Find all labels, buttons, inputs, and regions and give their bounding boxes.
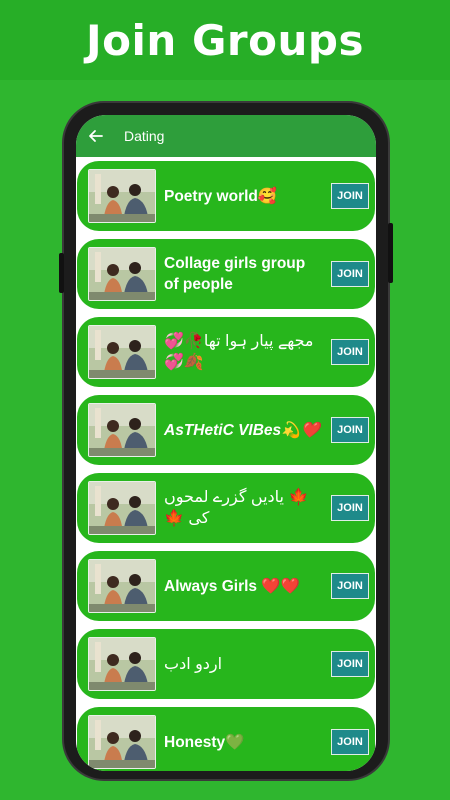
join-button[interactable]: JOIN — [331, 651, 369, 677]
phone-side-button — [59, 253, 64, 293]
group-card[interactable]: Poetry world🥰 JOIN — [77, 161, 375, 231]
group-thumbnail — [88, 481, 156, 535]
phone-frame: Dating Poetry world🥰 JOIN Collage girls … — [59, 101, 393, 781]
group-name: 🍁 یادیں گزرے لمحوں کی 🍁 — [164, 489, 309, 527]
join-button[interactable]: JOIN — [331, 417, 369, 443]
group-card[interactable]: Collage girls group of people JOIN — [77, 239, 375, 309]
group-name: مجھے پیار ہوا تھا🥀💞🍂💞 — [164, 333, 314, 371]
group-thumbnail — [88, 715, 156, 769]
appbar-title: Dating — [124, 128, 165, 144]
group-name: اردو ادب — [164, 655, 223, 673]
header-banner: Join Groups — [0, 0, 450, 80]
join-button[interactable]: JOIN — [331, 261, 369, 287]
join-button[interactable]: JOIN — [331, 729, 369, 755]
app-bar: Dating — [76, 115, 376, 157]
phone-power-button — [388, 223, 393, 283]
group-card[interactable]: اردو ادب JOIN — [77, 629, 375, 699]
join-button[interactable]: JOIN — [331, 183, 369, 209]
group-thumbnail — [88, 247, 156, 301]
group-name: AsTHetiC VIBes💫❤️ — [164, 421, 320, 439]
group-card[interactable]: Always Girls ❤️❤️ JOIN — [77, 551, 375, 621]
group-card[interactable]: AsTHetiC VIBes💫❤️ JOIN — [77, 395, 375, 465]
page-title: Join Groups — [86, 15, 364, 65]
group-name: Poetry world🥰 — [164, 187, 278, 205]
group-name: Always Girls ❤️❤️ — [164, 577, 300, 595]
group-thumbnail — [88, 169, 156, 223]
arrow-left-icon[interactable] — [86, 126, 106, 146]
group-name: Collage girls group of people — [164, 255, 306, 293]
join-button[interactable]: JOIN — [331, 339, 369, 365]
phone-screen: Dating Poetry world🥰 JOIN Collage girls … — [76, 115, 376, 771]
group-list: Poetry world🥰 JOIN Collage girls group o… — [76, 157, 376, 771]
group-card[interactable]: مجھے پیار ہوا تھا🥀💞🍂💞 JOIN — [77, 317, 375, 387]
group-thumbnail — [88, 637, 156, 691]
group-card[interactable]: 🍁 یادیں گزرے لمحوں کی 🍁 JOIN — [77, 473, 375, 543]
join-button[interactable]: JOIN — [331, 573, 369, 599]
group-card[interactable]: Honesty💚 JOIN — [77, 707, 375, 771]
join-button[interactable]: JOIN — [331, 495, 369, 521]
group-thumbnail — [88, 403, 156, 457]
group-thumbnail — [88, 559, 156, 613]
group-thumbnail — [88, 325, 156, 379]
group-name: Honesty💚 — [164, 733, 245, 751]
